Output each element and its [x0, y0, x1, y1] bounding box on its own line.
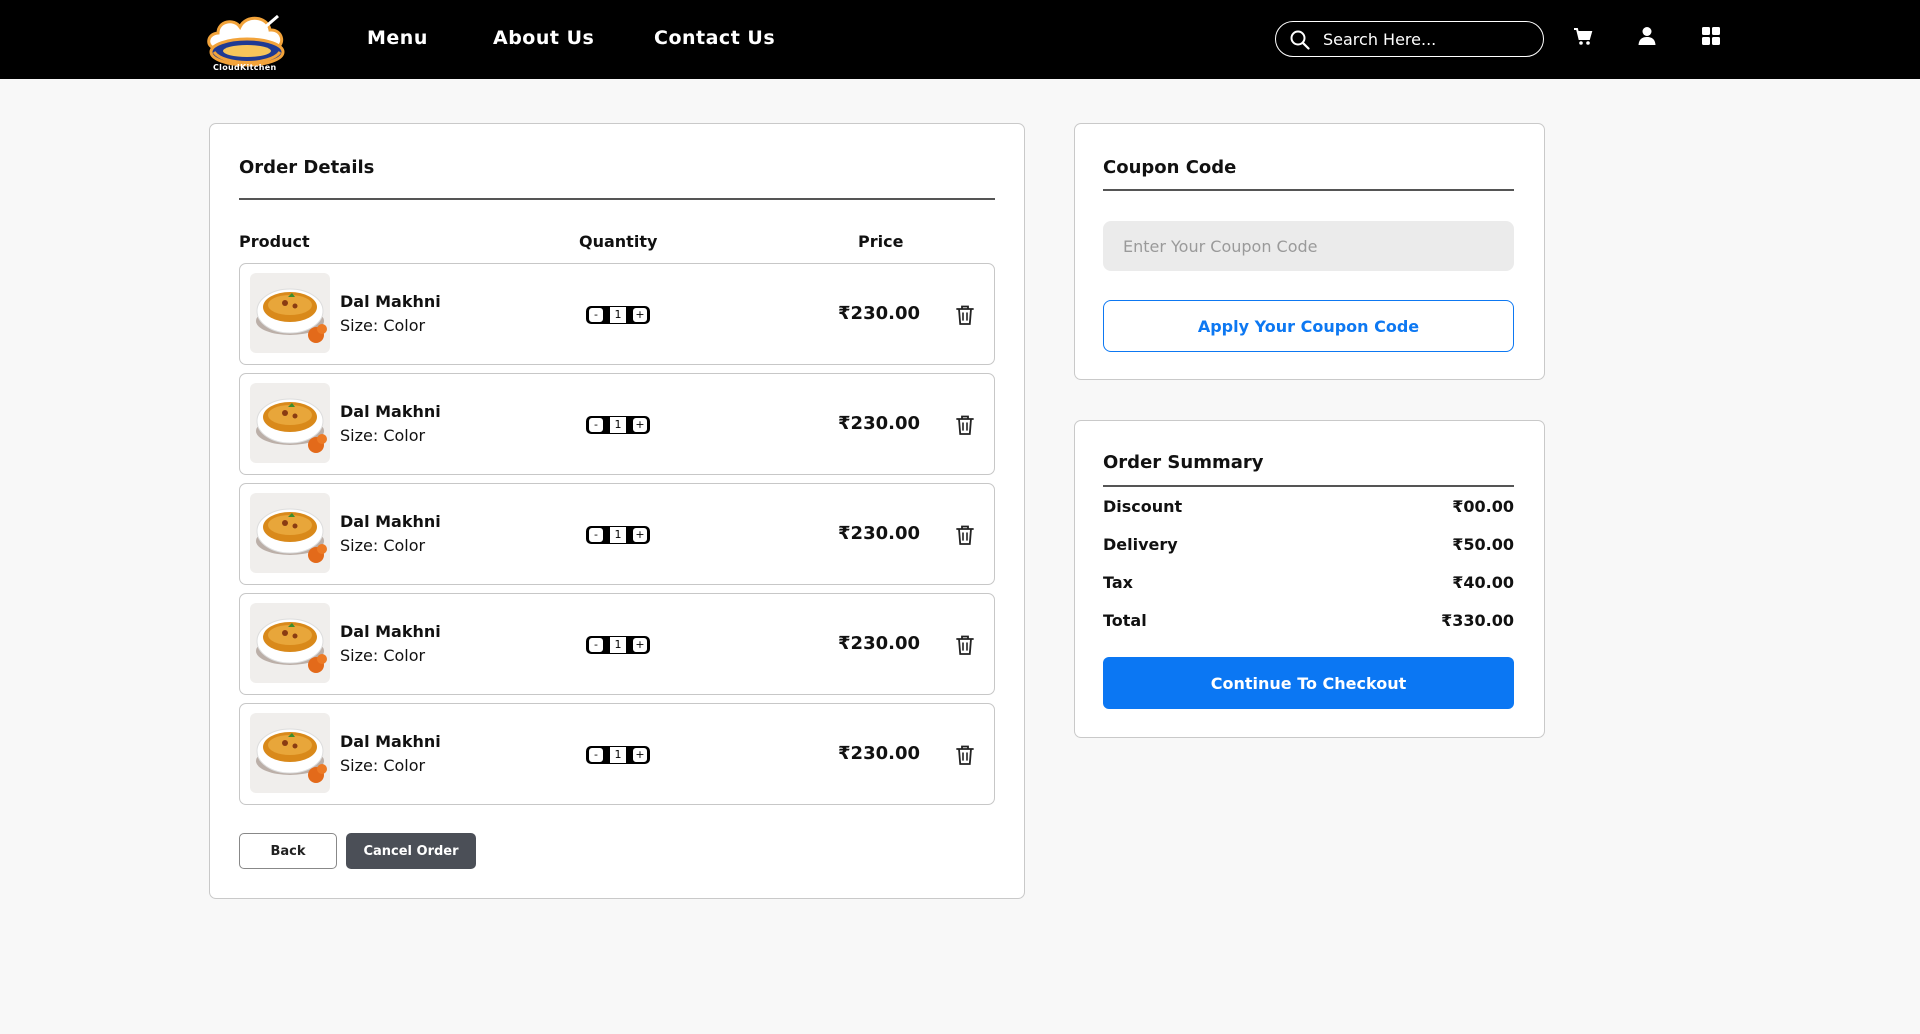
- order-details-title: Order Details: [239, 157, 375, 178]
- quantity-value[interactable]: 1: [610, 527, 626, 543]
- summary-row-delivery: Delivery ₹50.00: [1103, 535, 1514, 557]
- increase-quantity-button[interactable]: +: [632, 747, 648, 763]
- summary-value: ₹00.00: [1452, 497, 1514, 516]
- order-summary-title: Order Summary: [1103, 452, 1264, 473]
- quantity-value[interactable]: 1: [610, 307, 626, 323]
- summary-label: Tax: [1103, 573, 1133, 592]
- cancel-order-button[interactable]: Cancel Order: [346, 833, 476, 869]
- order-item-row: Dal Makhni Size: Color - 1 + ₹230.00: [239, 263, 995, 365]
- decrease-quantity-button[interactable]: -: [588, 527, 604, 543]
- item-price: ₹230.00: [838, 303, 920, 324]
- trash-icon[interactable]: [954, 304, 976, 326]
- search-bar[interactable]: [1275, 21, 1544, 57]
- dal-makhni-image: [250, 493, 330, 573]
- order-item-row: Dal Makhni Size: Color - 1 + ₹230.00: [239, 373, 995, 475]
- item-name: Dal Makhni: [340, 292, 441, 311]
- brand-name: CloudKitchen: [213, 63, 277, 72]
- summary-label: Total: [1103, 611, 1147, 630]
- nav-link-contact-us[interactable]: Contact Us: [654, 27, 775, 49]
- nav-link-menu[interactable]: Menu: [367, 27, 428, 49]
- dal-makhni-image: [250, 713, 330, 793]
- back-button[interactable]: Back: [239, 833, 337, 869]
- summary-value: ₹50.00: [1452, 535, 1514, 554]
- quantity-stepper: - 1 +: [586, 636, 650, 654]
- quantity-stepper: - 1 +: [586, 746, 650, 764]
- coupon-title: Coupon Code: [1103, 157, 1237, 178]
- item-name: Dal Makhni: [340, 732, 441, 751]
- decrease-quantity-button[interactable]: -: [588, 637, 604, 653]
- grid-icon[interactable]: [1701, 26, 1721, 46]
- apply-coupon-button[interactable]: Apply Your Coupon Code: [1103, 300, 1514, 352]
- summary-label: Delivery: [1103, 535, 1178, 554]
- dal-makhni-image: [250, 603, 330, 683]
- search-icon: [1290, 30, 1310, 50]
- trash-icon[interactable]: [954, 524, 976, 546]
- divider: [1103, 485, 1514, 487]
- dal-makhni-image: [250, 383, 330, 463]
- continue-to-checkout-button[interactable]: Continue To Checkout: [1103, 657, 1514, 709]
- summary-value: ₹40.00: [1452, 573, 1514, 592]
- column-header-quantity: Quantity: [579, 232, 658, 251]
- item-size: Size: Color: [340, 646, 426, 665]
- summary-label: Discount: [1103, 497, 1183, 516]
- quantity-stepper: - 1 +: [586, 306, 650, 324]
- increase-quantity-button[interactable]: +: [632, 637, 648, 653]
- column-header-product: Product: [239, 232, 310, 251]
- decrease-quantity-button[interactable]: -: [588, 307, 604, 323]
- user-icon[interactable]: [1637, 26, 1657, 46]
- item-price: ₹230.00: [838, 523, 920, 544]
- order-item-row: Dal Makhni Size: Color - 1 + ₹230.00: [239, 483, 995, 585]
- increase-quantity-button[interactable]: +: [632, 417, 648, 433]
- item-name: Dal Makhni: [340, 402, 441, 421]
- item-size: Size: Color: [340, 426, 426, 445]
- order-item-row: Dal Makhni Size: Color - 1 + ₹230.00: [239, 593, 995, 695]
- divider: [239, 198, 995, 200]
- dal-makhni-image: [250, 273, 330, 353]
- quantity-stepper: - 1 +: [586, 526, 650, 544]
- item-size: Size: Color: [340, 536, 426, 555]
- decrease-quantity-button[interactable]: -: [588, 747, 604, 763]
- top-navbar: CloudKitchen Menu About Us Contact Us: [0, 0, 1920, 79]
- quantity-value[interactable]: 1: [610, 417, 626, 433]
- summary-row-total: Total ₹330.00: [1103, 611, 1514, 633]
- item-size: Size: Color: [340, 756, 426, 775]
- item-name: Dal Makhni: [340, 622, 441, 641]
- quantity-value[interactable]: 1: [610, 637, 626, 653]
- summary-row-tax: Tax ₹40.00: [1103, 573, 1514, 595]
- nav-link-about-us[interactable]: About Us: [493, 27, 594, 49]
- trash-icon[interactable]: [954, 634, 976, 656]
- item-size: Size: Color: [340, 316, 426, 335]
- trash-icon[interactable]: [954, 414, 976, 436]
- search-input[interactable]: [1323, 28, 1533, 50]
- column-header-price: Price: [858, 232, 904, 251]
- increase-quantity-button[interactable]: +: [632, 527, 648, 543]
- item-price: ₹230.00: [838, 633, 920, 654]
- cart-icon[interactable]: [1573, 26, 1593, 46]
- item-price: ₹230.00: [838, 413, 920, 434]
- coupon-code-input[interactable]: [1103, 221, 1514, 271]
- quantity-stepper: - 1 +: [586, 416, 650, 434]
- order-item-row: Dal Makhni Size: Color - 1 + ₹230.00: [239, 703, 995, 805]
- divider: [1103, 189, 1514, 191]
- quantity-value[interactable]: 1: [610, 747, 626, 763]
- summary-value: ₹330.00: [1441, 611, 1514, 630]
- item-price: ₹230.00: [838, 743, 920, 764]
- decrease-quantity-button[interactable]: -: [588, 417, 604, 433]
- increase-quantity-button[interactable]: +: [632, 307, 648, 323]
- item-name: Dal Makhni: [340, 512, 441, 531]
- trash-icon[interactable]: [954, 744, 976, 766]
- summary-row-discount: Discount ₹00.00: [1103, 497, 1514, 519]
